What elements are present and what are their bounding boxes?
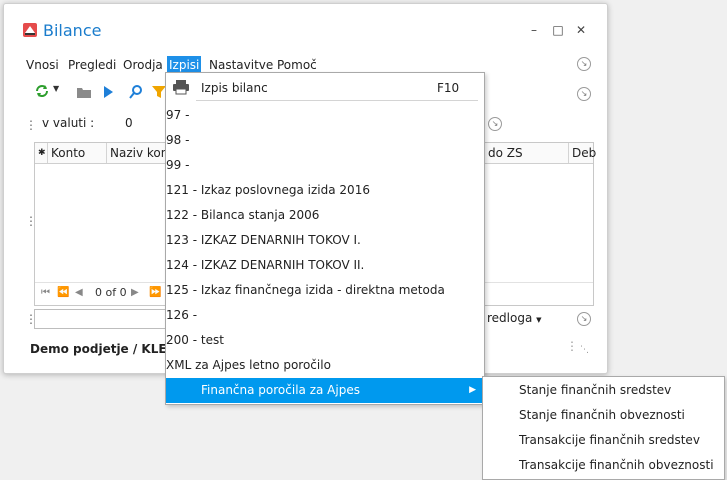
- menu-item-financna-porocila[interactable]: Finančna poročila za Ajpes ▶: [166, 378, 484, 403]
- menu-orodja[interactable]: Orodja: [121, 56, 165, 74]
- maximize-button[interactable]: □: [548, 20, 568, 40]
- predloga-dropdown[interactable]: redloga ▼: [487, 311, 542, 325]
- submenu-item-transakcije-obveznosti[interactable]: Transakcije finančnih obveznosti: [519, 453, 714, 478]
- folder-icon[interactable]: [75, 83, 93, 101]
- submenu-item-transakcije-sredstev[interactable]: Transakcije finančnih sredstev: [519, 428, 700, 453]
- menu-separator: [196, 100, 478, 101]
- izpisi-dropdown-menu: Izpis bilanc F10 97 - 98 - 99 - 121 - Iz…: [165, 72, 485, 405]
- window-title: Bilance: [43, 21, 102, 40]
- financna-porocila-submenu: Stanje finančnih sredstev Stanje finančn…: [482, 376, 725, 480]
- refresh-dropdown-icon[interactable]: ▼: [53, 84, 59, 93]
- menu-item-97[interactable]: 97 -: [166, 103, 484, 127]
- menu-item-200[interactable]: 200 - test: [166, 328, 484, 352]
- toolbar-collapse-icon[interactable]: ↘: [577, 87, 591, 101]
- submenu-item-stanje-obveznosti[interactable]: Stanje finančnih obveznosti: [519, 403, 685, 428]
- menu-item-izpis-bilanc[interactable]: Izpis bilanc F10: [166, 76, 484, 100]
- submenu-item-stanje-sredstev[interactable]: Stanje finančnih sredstev: [519, 378, 671, 403]
- menu-item-124[interactable]: 124 - IZKAZ DENARNIH TOKOV II.: [166, 253, 484, 277]
- prev-page-icon[interactable]: ◀: [75, 287, 83, 298]
- menu-item-126[interactable]: 126 -: [166, 303, 484, 327]
- menu-item-98[interactable]: 98 -: [166, 128, 484, 152]
- column-konto[interactable]: Konto: [48, 143, 107, 163]
- predloga-arrow-icon: ▼: [536, 316, 542, 324]
- search-icon[interactable]: [127, 83, 145, 101]
- submenu-arrow-icon: ▶: [469, 385, 476, 395]
- bottom-search-input[interactable]: [34, 309, 176, 329]
- prev-fast-icon[interactable]: ⏪: [57, 287, 69, 298]
- filter-collapse-icon[interactable]: ↘: [488, 117, 502, 131]
- menu-pregledi[interactable]: Pregledi: [66, 56, 118, 74]
- menu-item-125[interactable]: 125 - Izkaz finančnega izida - direktna …: [166, 278, 484, 302]
- menu-item-99[interactable]: 99 -: [166, 153, 484, 177]
- filter-grip-icon: ⋮: [25, 118, 37, 132]
- status-separator: ⋮: [566, 339, 578, 353]
- column-deb[interactable]: Deb: [569, 143, 596, 163]
- column-indicator[interactable]: ✱: [35, 143, 48, 163]
- menu-item-123[interactable]: 123 - IZKAZ DENARNIH TOKOV I.: [166, 228, 484, 252]
- close-button[interactable]: ✕: [571, 20, 591, 40]
- currency-label: v valuti :: [42, 116, 95, 130]
- currency-value[interactable]: 0: [125, 116, 133, 130]
- next-page-icon[interactable]: ▶: [131, 287, 139, 298]
- title-bar[interactable]: Bilance – □ ✕: [4, 4, 607, 50]
- app-logo-icon: [23, 23, 37, 37]
- shortcut-f10: F10: [437, 81, 460, 95]
- play-icon[interactable]: [99, 83, 117, 101]
- next-fast-icon[interactable]: ⏩: [149, 287, 161, 298]
- refresh-icon[interactable]: [33, 82, 51, 100]
- resize-grip-icon[interactable]: ⋱: [580, 345, 589, 355]
- menu-vnosi[interactable]: Vnosi: [24, 56, 61, 74]
- first-page-icon[interactable]: ⏮: [41, 287, 50, 298]
- pager-count: 0 of 0: [95, 286, 127, 299]
- collapse-ribbon-icon[interactable]: ↘: [577, 57, 591, 71]
- column-naziv-konta[interactable]: Naziv konta: [107, 143, 173, 163]
- column-do-zs[interactable]: do ZS: [485, 143, 569, 163]
- bottom-collapse-icon[interactable]: ↘: [577, 312, 591, 326]
- minimize-button[interactable]: –: [524, 20, 544, 40]
- menu-item-121[interactable]: 121 - Izkaz poslovnega izida 2016: [166, 178, 484, 202]
- menu-item-xml-ajpes[interactable]: XML za Ajpes letno poročilo: [166, 353, 484, 377]
- menu-item-122[interactable]: 122 - Bilanca stanja 2006: [166, 203, 484, 227]
